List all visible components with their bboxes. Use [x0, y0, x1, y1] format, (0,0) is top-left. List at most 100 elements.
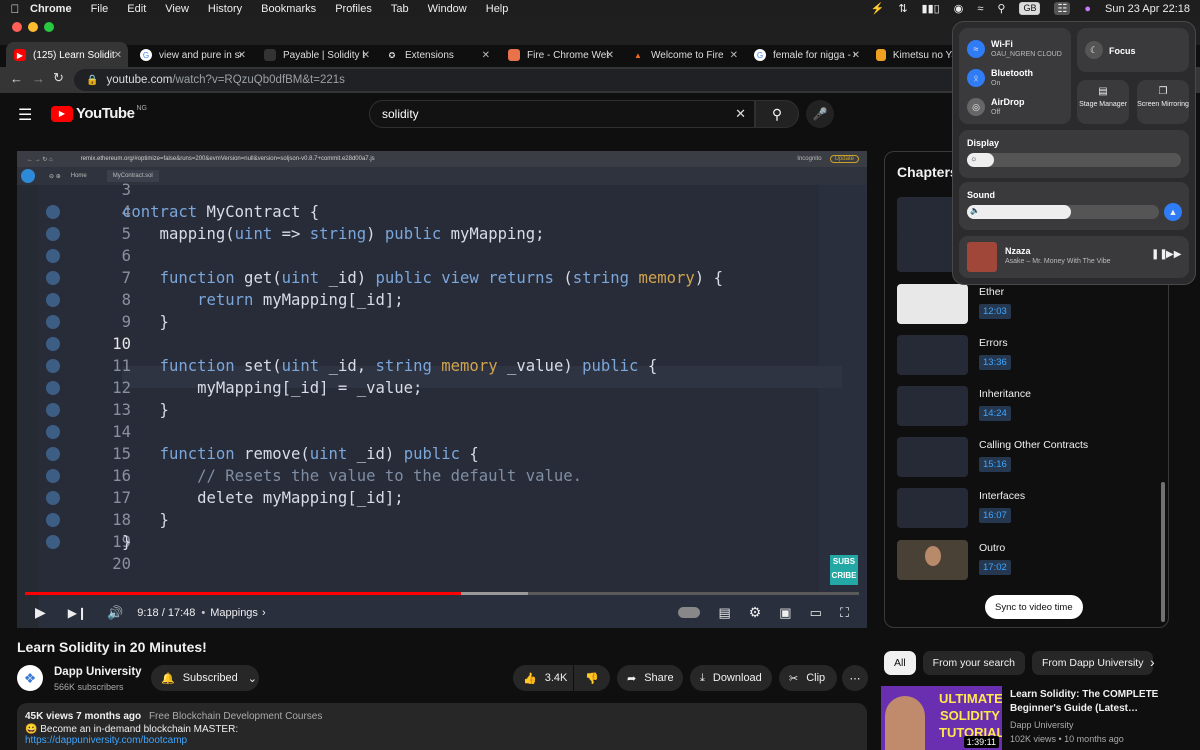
chip-from-your-search[interactable]: From your search [922, 651, 1025, 675]
menu-profiles[interactable]: Profiles [335, 3, 372, 15]
focus-tile[interactable]: ☾ Focus [1077, 28, 1189, 72]
chapter-item-calling-other-contracts[interactable]: Calling Other Contracts 15:16 [897, 437, 1157, 483]
miniplayer-icon[interactable]: ▣ [779, 605, 791, 621]
menu-edit[interactable]: Edit [127, 3, 146, 15]
menubar-datetime[interactable]: Sun 23 Apr 22:18 [1105, 3, 1190, 15]
chapter-item-outro[interactable]: Outro 17:02 [897, 540, 1157, 586]
tab-close-icon[interactable]: ✕ [606, 50, 614, 61]
back-arrow-icon[interactable]: ← [10, 71, 23, 86]
chip-from-channel[interactable]: From Dapp University [1031, 651, 1154, 675]
description-tags[interactable]: Free Blockchain Development Courses [149, 711, 322, 722]
apple-menu-icon[interactable]:  [0, 2, 30, 16]
tab-close-icon[interactable]: ✕ [730, 50, 738, 61]
menu-help[interactable]: Help [486, 3, 509, 15]
tab-close-icon[interactable]: ✕ [114, 50, 122, 61]
chapter-item-errors[interactable]: Errors 13:36 [897, 335, 1157, 381]
clear-search-icon[interactable]: ✕ [735, 106, 746, 122]
spotlight-search-icon[interactable]: ⚲ [997, 2, 1005, 15]
tab-extensions[interactable]: ✪ Extensions ✕ [378, 42, 496, 68]
download-button[interactable]: ⤓ Download [690, 665, 772, 691]
menu-window[interactable]: Window [428, 3, 467, 15]
wifi-icon[interactable]: ≈ [967, 40, 985, 58]
volume-slider[interactable]: 🔈 [967, 205, 1159, 219]
control-center-icon[interactable]: ☷ [1054, 2, 1071, 15]
chapter-time[interactable]: 17:02 [979, 560, 1011, 575]
description-box[interactable]: 45K views 7 months ago Free Blockchain D… [17, 703, 867, 750]
channel-name[interactable]: Dapp University [54, 666, 142, 678]
stage-manager-tile[interactable]: ▤ Stage Manager [1077, 80, 1129, 124]
tab-close-icon[interactable]: ✕ [852, 50, 860, 61]
subscribed-button[interactable]: 🔔 Subscribed ⌄ [151, 665, 259, 691]
menu-tab[interactable]: Tab [391, 3, 409, 15]
tab-view-pure[interactable]: G view and pure in sc ✕ [132, 42, 252, 68]
menu-view[interactable]: View [165, 3, 189, 15]
youtube-logo[interactable]: ▶ YouTube NG [51, 105, 147, 122]
reload-icon[interactable]: ↻ [53, 70, 64, 86]
chevron-right-icon[interactable]: › [262, 607, 266, 619]
chevron-right-icon[interactable]: › [1150, 654, 1155, 670]
bolt-icon[interactable]: ⚡ [871, 2, 885, 15]
like-button[interactable]: 👍 3.4K [513, 665, 573, 691]
forward-arrow-icon[interactable]: → [32, 71, 45, 86]
subscribe-watermark[interactable]: SUBS CRIBE [830, 555, 858, 585]
play-icon[interactable]: ▶ [35, 604, 46, 621]
next-video-icon[interactable]: ▶❙ [68, 606, 87, 620]
network-activity-icon[interactable]: ⇅ [898, 2, 907, 15]
tab-close-icon[interactable]: ✕ [362, 50, 370, 61]
chapter-time[interactable]: 12:03 [979, 304, 1011, 319]
chapter-time[interactable]: 15:16 [979, 457, 1011, 472]
airdrop-label[interactable]: AirDrop [991, 97, 1025, 107]
tab-payable[interactable]: Payable | Solidity b ✕ [256, 42, 376, 68]
menu-bookmarks[interactable]: Bookmarks [261, 3, 316, 15]
menu-app-name[interactable]: Chrome [30, 3, 72, 15]
wifi-label[interactable]: Wi-Fi [991, 39, 1013, 49]
chapters-scrollbar[interactable] [1161, 482, 1165, 622]
fullscreen-icon[interactable]: ⛶ [840, 605, 849, 621]
airplay-audio-icon[interactable]: ▲ [1164, 203, 1182, 221]
subtitles-icon[interactable]: ▤ [718, 605, 730, 621]
tab-kimetsu[interactable]: Kimetsu no Yaib [868, 42, 952, 68]
wifi-status-icon[interactable]: ≈ [977, 3, 983, 15]
youtube-search-input[interactable]: solidity ✕ [369, 100, 755, 128]
chapter-time[interactable]: 16:07 [979, 508, 1011, 523]
tab-welcome-fire[interactable]: ▲ Welcome to Fire ✕ [624, 42, 744, 68]
close-window-icon[interactable] [12, 22, 22, 32]
chapter-time[interactable]: 13:36 [979, 355, 1011, 370]
recommended-video[interactable]: ULTIMATE SOLIDITY TUTORIAL 1:39:11 Learn… [881, 686, 1181, 750]
input-source-badge[interactable]: GB [1019, 2, 1041, 15]
siri-icon[interactable]: ● [1084, 3, 1091, 15]
menu-history[interactable]: History [208, 3, 242, 15]
dislike-button[interactable]: 👎 [574, 665, 610, 691]
tab-youtube[interactable]: ▶ (125) Learn Solidity ✕ [6, 42, 128, 68]
zoom-window-icon[interactable] [44, 22, 54, 32]
record-icon[interactable]: ◉ [954, 2, 964, 15]
channel-avatar[interactable]: ❖ [17, 665, 43, 691]
clip-button[interactable]: ✂ Clip [779, 665, 837, 691]
search-button[interactable]: ⚲ [755, 100, 799, 128]
screen-mirroring-tile[interactable]: ❐ Screen Mirroring [1137, 80, 1189, 124]
more-actions-button[interactable]: ⋯ [842, 665, 868, 691]
tab-fire-webstore[interactable]: Fire - Chrome Web ✕ [500, 42, 620, 68]
bluetooth-label[interactable]: Bluetooth [991, 68, 1033, 78]
theater-mode-icon[interactable]: ▭ [810, 605, 822, 621]
bluetooth-icon[interactable]: ᛟ [967, 69, 985, 87]
battery-icon[interactable]: ▮▮▯ [922, 2, 940, 15]
tab-close-icon[interactable]: ✕ [482, 50, 490, 61]
volume-icon[interactable]: 🔊 [107, 605, 123, 621]
video-progress-bar[interactable] [25, 592, 859, 595]
share-button[interactable]: ➦ Share [617, 665, 683, 691]
chapter-time[interactable]: 14:24 [979, 406, 1011, 421]
chip-all[interactable]: All [884, 651, 916, 675]
menu-file[interactable]: File [91, 3, 109, 15]
sync-to-video-time-button[interactable]: Sync to video time [985, 595, 1083, 619]
current-chapter[interactable]: Mappings [210, 607, 258, 619]
address-bar[interactable]: 🔒 youtube.com/watch?v=RQzuQb0dfBM&t=221s [74, 69, 974, 91]
skip-forward-icon[interactable]: ▶▶ [1166, 249, 1181, 260]
minimize-window-icon[interactable] [28, 22, 38, 32]
chapter-item-interfaces[interactable]: Interfaces 16:07 [897, 488, 1157, 534]
airdrop-icon[interactable]: ◎ [967, 98, 985, 116]
video-player[interactable]: ← → ↻ ⌂ remix.ethereum.org/#optimize=fal… [17, 151, 867, 628]
description-link[interactable]: https://dappuniversity.com/bootcamp [25, 735, 859, 746]
hamburger-menu-icon[interactable]: ☰ [18, 105, 32, 125]
voice-search-button[interactable]: 🎤 [806, 100, 834, 128]
